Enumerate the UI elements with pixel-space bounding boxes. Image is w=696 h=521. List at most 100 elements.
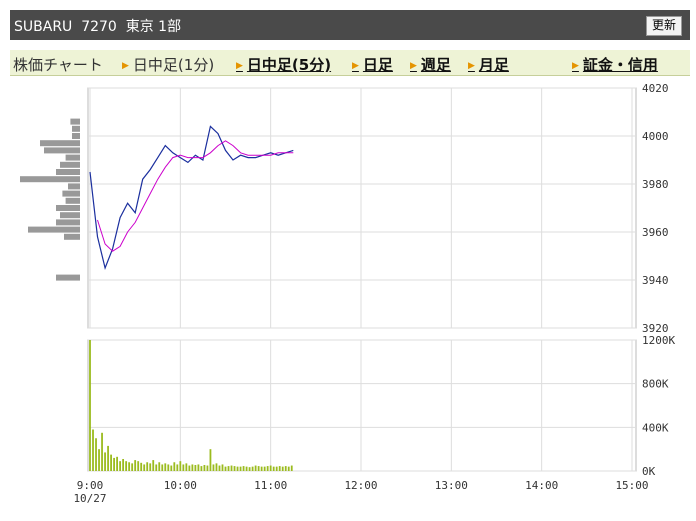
volume-bar — [131, 463, 134, 471]
volume-bar — [164, 463, 167, 471]
x-tick-label: 10:00 — [164, 479, 197, 492]
x-tick-label: 11:00 — [254, 479, 287, 492]
price-profile-bar — [70, 118, 80, 125]
volume-bar — [248, 467, 251, 471]
volume-bar — [191, 464, 194, 471]
volume-bar — [137, 461, 140, 471]
volume-bar — [200, 466, 203, 471]
volume-bar — [104, 452, 106, 471]
volume-bar — [134, 460, 137, 471]
volume-bar — [206, 465, 209, 471]
volume-bar — [233, 466, 236, 471]
volume-bar — [89, 340, 91, 471]
x-tick-label: 15:00 — [615, 479, 648, 492]
volume-bar — [275, 466, 278, 471]
volume-bar — [236, 466, 239, 471]
volume-bar — [110, 454, 112, 471]
volume-bar — [98, 449, 100, 471]
volume-bar — [221, 464, 224, 471]
volume-bar — [290, 465, 293, 471]
volume-bar — [245, 466, 248, 471]
x-date-label: 10/27 — [73, 492, 106, 505]
volume-bar — [92, 429, 94, 471]
volume-y-tick-label: 400K — [642, 421, 669, 434]
x-tick-label: 13:00 — [435, 479, 468, 492]
volume-bar — [158, 462, 161, 471]
volume-bar — [203, 464, 206, 471]
volume-bar — [212, 464, 215, 471]
volume-bar — [224, 466, 227, 471]
volume-bar — [278, 466, 281, 471]
volume-bar — [242, 466, 245, 471]
volume-bar — [128, 462, 131, 471]
volume-bar — [119, 461, 122, 471]
volume-bar — [251, 466, 254, 471]
price-y-tick-label: 3980 — [642, 178, 669, 191]
volume-bar — [146, 462, 149, 471]
price-y-tick-label: 4000 — [642, 130, 669, 143]
x-tick-label: 14:00 — [525, 479, 558, 492]
price-profile-bar — [65, 154, 80, 161]
volume-bar — [230, 465, 233, 471]
volume-bar — [269, 465, 272, 471]
volume-bar — [287, 466, 290, 471]
price-y-tick-label: 3940 — [642, 274, 669, 287]
volume-bar — [107, 445, 109, 471]
volume-bar — [155, 464, 158, 471]
volume-bar — [116, 456, 118, 471]
volume-bar — [167, 464, 170, 471]
volume-bar — [95, 438, 97, 471]
price-y-tick-label: 4020 — [642, 82, 669, 95]
volume-bar — [176, 464, 179, 471]
price-profile-bar — [56, 219, 80, 226]
volume-y-tick-label: 800K — [642, 378, 669, 391]
volume-bar — [227, 466, 230, 471]
volume-bar — [185, 463, 188, 471]
volume-bar — [194, 464, 197, 471]
price-profile-bar — [28, 226, 80, 233]
volume-bar — [122, 458, 125, 471]
volume-bar — [152, 460, 155, 471]
price-profile-bar — [40, 140, 80, 147]
volume-bar — [161, 464, 164, 471]
volume-bar — [281, 466, 284, 471]
x-tick-label: 9:00 — [77, 479, 104, 492]
volume-bar — [170, 465, 173, 471]
volume-bar — [254, 465, 257, 471]
price-profile-bar — [64, 233, 80, 240]
volume-bar — [140, 462, 143, 471]
stock-chart: 9:00 10:00 11:00 12:00 13:00 14:00 15:00 10/27 4… — [20, 82, 675, 505]
price-profile-bar — [56, 169, 80, 175]
price-profile-bar — [68, 183, 80, 190]
volume-bar — [266, 466, 269, 471]
volume-bar — [173, 462, 176, 471]
price-profile-bar — [72, 125, 80, 132]
x-tick-label: 12:00 — [344, 479, 377, 492]
price-panel — [87, 87, 637, 329]
volume-bar — [260, 466, 263, 471]
volume-bar — [239, 466, 242, 471]
volume-y-tick-label: 0K — [642, 465, 656, 478]
volume-bar — [272, 466, 275, 471]
price-profile-bar — [44, 147, 80, 154]
volume-bar — [209, 449, 212, 471]
price-profile-bar — [62, 190, 80, 197]
volume-bar — [284, 466, 287, 471]
volume-bar — [197, 464, 200, 471]
volume-bar — [182, 464, 185, 471]
price-profile-bar — [65, 197, 80, 204]
price-profile-bar — [60, 161, 80, 168]
price-profile-bar — [56, 205, 80, 211]
volume-bar — [218, 465, 221, 471]
volume-bar — [149, 463, 152, 471]
volume-bar — [125, 461, 128, 471]
volume-bar — [188, 465, 191, 471]
volume-panel — [87, 339, 637, 472]
volume-bar — [179, 461, 182, 471]
volume-bar — [101, 432, 103, 471]
volume-bar — [113, 457, 115, 471]
price-profile-bar — [20, 176, 80, 183]
price-profile-bar — [56, 274, 80, 281]
volume-bar — [143, 464, 146, 471]
volume-bar — [215, 463, 218, 471]
